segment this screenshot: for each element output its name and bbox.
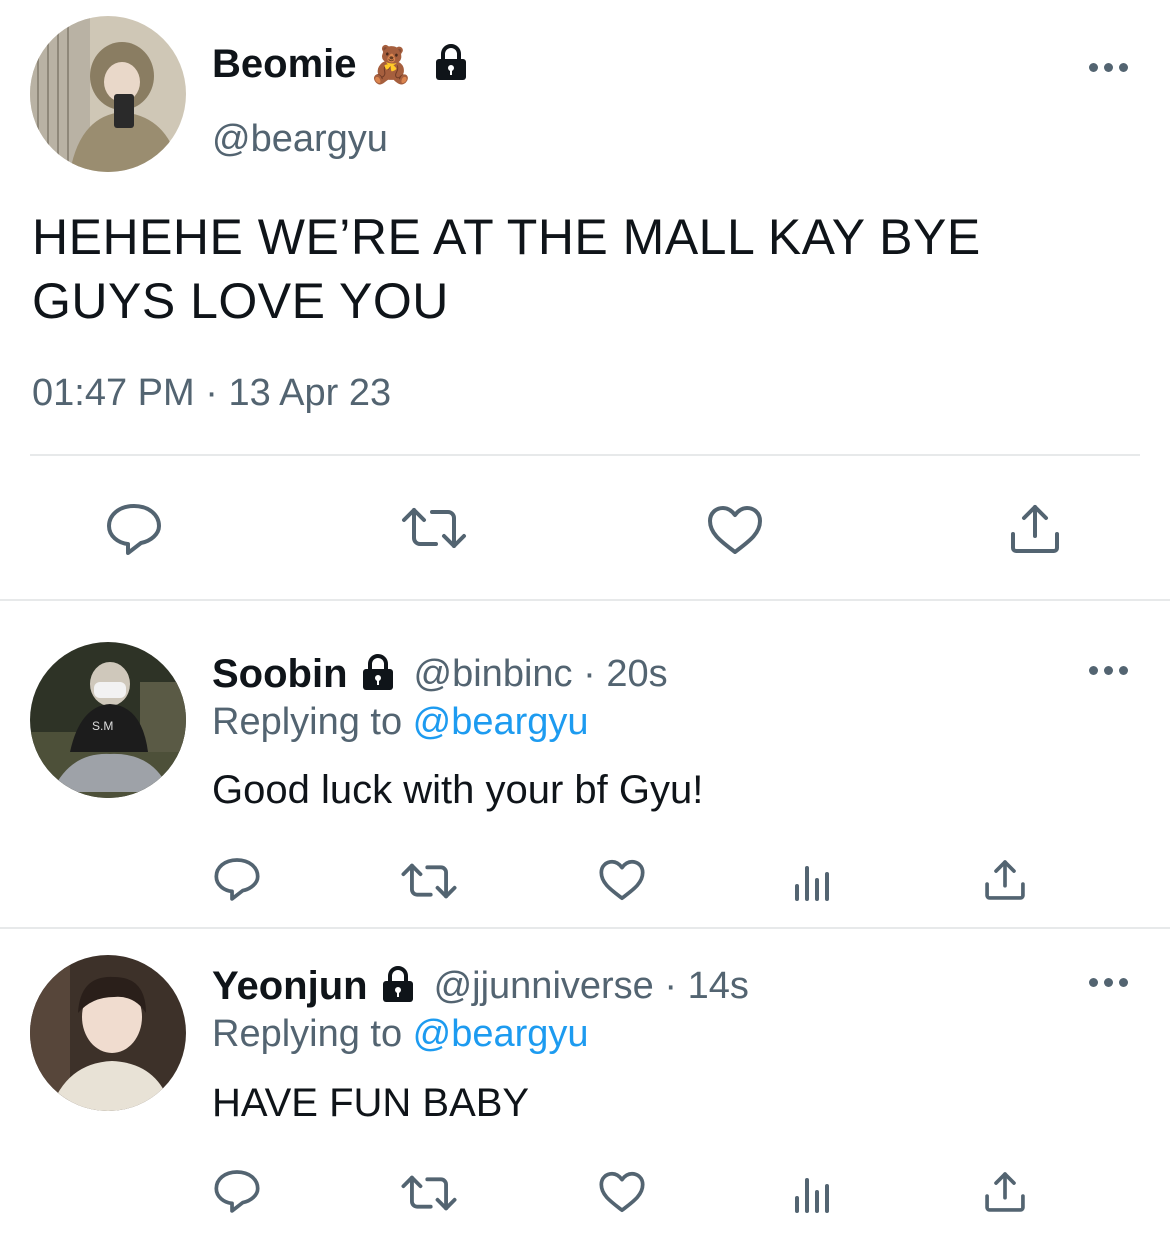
reply-name[interactable]: Yeonjun (212, 964, 368, 1009)
reply-handle[interactable]: @jjunniverse (434, 965, 654, 1007)
like-icon[interactable] (598, 1170, 646, 1214)
reply-handle[interactable]: @binbinc (414, 653, 573, 695)
tweet-time[interactable]: 01:47 PM (32, 372, 195, 414)
separator: · (583, 653, 596, 695)
reply-avatar-soobin[interactable]: S.M (30, 642, 186, 798)
reply-name[interactable]: Soobin (212, 652, 348, 697)
like-icon[interactable] (706, 504, 764, 556)
analytics-icon[interactable] (793, 862, 833, 902)
reply-icon[interactable] (213, 1168, 261, 1214)
retweet-icon[interactable] (400, 504, 468, 552)
retweet-icon[interactable] (400, 860, 458, 902)
tweet-text: HEHEHE WE’RE AT THE MALL KAY BYE GUYS LO… (32, 205, 981, 333)
reply-header: Soobin @binbinc · 20s (212, 652, 668, 697)
reply-avatar-yeonjun[interactable] (30, 955, 186, 1111)
reply-text: Good luck with your bf Gyu! (212, 768, 704, 812)
more-icon[interactable] (1089, 666, 1128, 675)
author-name[interactable]: Beomie (212, 42, 357, 87)
replying-handle-link[interactable]: @beargyu (413, 1013, 589, 1055)
tweet-text-line-1: HEHEHE WE’RE AT THE MALL KAY BYE (32, 209, 981, 265)
replying-to: Replying to @beargyu (212, 701, 589, 744)
share-icon[interactable] (1008, 502, 1062, 556)
replying-prefix: Replying to (212, 1013, 413, 1055)
separator: · (664, 965, 678, 1007)
more-icon[interactable] (1089, 978, 1128, 987)
reply-age[interactable]: 20s (606, 653, 667, 695)
lock-icon (358, 652, 398, 697)
more-icon[interactable] (1089, 63, 1128, 72)
reply-header: Yeonjun @jjunniverse · 14s (212, 964, 749, 1009)
tweet-date[interactable]: 13 Apr 23 (228, 372, 391, 414)
reply-age[interactable]: 14s (688, 965, 749, 1007)
share-icon[interactable] (983, 858, 1027, 902)
reply-text: HAVE FUN BABY (212, 1081, 530, 1125)
replying-prefix: Replying to (212, 701, 413, 743)
lock-icon (378, 964, 418, 1009)
share-icon[interactable] (983, 1170, 1027, 1214)
separator: · (205, 372, 218, 414)
tweet-text-line-2: GUYS LOVE YOU (32, 273, 449, 329)
analytics-icon[interactable] (793, 1174, 833, 1214)
teddy-bear-emoji: 🧸 (368, 43, 414, 85)
divider (0, 927, 1170, 929)
author-avatar[interactable] (30, 16, 186, 172)
tweet-timestamp: 01:47 PM · 13 Apr 23 (32, 372, 391, 415)
replying-to: Replying to @beargyu (212, 1013, 589, 1056)
divider (30, 454, 1140, 456)
reply-icon[interactable] (105, 502, 163, 556)
like-icon[interactable] (598, 858, 646, 902)
replying-handle-link[interactable]: @beargyu (413, 701, 589, 743)
author-handle[interactable]: @beargyu (212, 118, 388, 161)
svg-text:S.M: S.M (92, 719, 113, 733)
retweet-icon[interactable] (400, 1172, 458, 1214)
reply-icon[interactable] (213, 856, 261, 902)
divider (0, 599, 1170, 601)
lock-icon (431, 42, 471, 87)
